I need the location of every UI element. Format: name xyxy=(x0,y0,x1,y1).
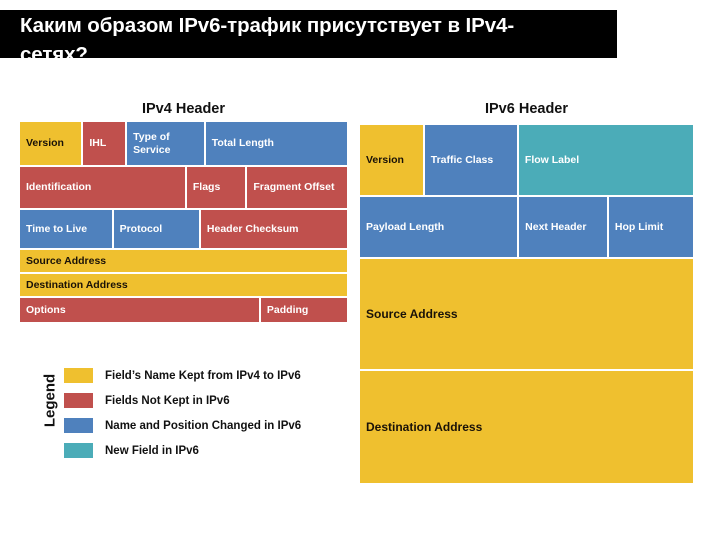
legend-item-list: Field’s Name Kept from IPv4 to IPv6 Field… xyxy=(64,366,342,460)
ipv4-field-options: Options xyxy=(20,298,259,322)
ipv6-row: Version Traffic Class Flow Label xyxy=(360,125,693,195)
ipv4-field-header-checksum: Header Checksum xyxy=(200,210,347,248)
field-label: Time to Live xyxy=(26,222,88,235)
ipv6-field-next-header: Next Header xyxy=(519,197,607,257)
legend-item: Name and Position Changed in IPv6 xyxy=(64,416,342,435)
field-label: IHL xyxy=(89,137,107,150)
field-label: Version xyxy=(366,153,404,166)
field-label: Padding xyxy=(266,303,309,316)
field-label: Type of Service xyxy=(133,131,171,156)
ipv6-header-caption: IPv6 Header xyxy=(484,101,569,117)
field-label: Source Address xyxy=(26,254,107,267)
ipv6-row: Source Address xyxy=(360,259,693,369)
legend: Legend Field’s Name Kept from IPv4 to IP… xyxy=(22,366,342,468)
ipv6-field-payload-length: Payload Length xyxy=(360,197,518,257)
legend-swatch-kept xyxy=(64,368,93,383)
legend-label: Name and Position Changed in IPv6 xyxy=(105,419,302,432)
field-label: Total Length xyxy=(211,137,274,150)
field-label: Traffic Class xyxy=(430,153,494,166)
field-label: Fragment Offset xyxy=(253,181,335,194)
ipv6-field-traffic-class: Traffic Class xyxy=(424,125,517,195)
ipv6-field-flow-label: Flow Label xyxy=(518,125,693,195)
field-label: Version xyxy=(26,137,64,150)
ipv4-field-flags: Flags xyxy=(186,167,246,208)
field-label: Options xyxy=(26,303,66,316)
legend-title: Legend xyxy=(41,373,59,428)
legend-item: Field’s Name Kept from IPv4 to IPv6 xyxy=(64,366,342,385)
ipv4-row: Time to Live Protocol Header Checksum xyxy=(20,210,347,248)
field-label: Source Address xyxy=(366,306,458,321)
legend-label: Field’s Name Kept from IPv4 to IPv6 xyxy=(105,369,301,382)
ipv4-field-destination-address: Destination Address xyxy=(20,274,347,296)
legend-swatch-new xyxy=(64,443,93,458)
field-label: Payload Length xyxy=(366,220,445,233)
legend-label: New Field in IPv6 xyxy=(105,444,199,457)
ipv6-field-version: Version xyxy=(360,125,423,195)
field-label: Flags xyxy=(192,181,221,194)
field-label: Identification xyxy=(26,181,92,194)
ipv4-row: Identification Flags Fragment Offset xyxy=(20,167,348,208)
slide-title: Каким образом IPv6-трафик присутствует в… xyxy=(20,14,515,58)
field-label: Protocol xyxy=(119,222,163,235)
field-label: Destination Address xyxy=(366,419,483,434)
ipv4-field-identification: Identification xyxy=(20,167,185,208)
ipv6-row: Payload Length Next Header Hop Limit xyxy=(360,197,694,257)
legend-swatch-changed xyxy=(64,418,93,433)
ipv6-field-hop-limit: Hop Limit xyxy=(608,197,694,257)
legend-item: New Field in IPv6 xyxy=(64,441,342,460)
legend-swatch-not-kept xyxy=(64,393,93,408)
ipv4-row: Version IHL Type of Service Total Length xyxy=(20,122,347,165)
ipv4-field-time-to-live: Time to Live xyxy=(20,210,112,248)
ipv4-field-total-length: Total Length xyxy=(205,122,347,165)
field-label: Hop Limit xyxy=(614,220,664,233)
ipv4-field-type-of-service: Type of Service xyxy=(127,122,204,165)
ipv4-field-protocol: Protocol xyxy=(113,210,199,248)
ipv4-field-ihl: IHL xyxy=(83,122,126,165)
ipv4-field-padding: Padding xyxy=(260,298,347,322)
field-label: Destination Address xyxy=(26,278,128,291)
ipv4-row: Source Address xyxy=(20,250,347,272)
ipv6-header-diagram: Version Traffic Class Flow Label Payload Le… xyxy=(360,125,694,483)
ipv6-field-source-address: Source Address xyxy=(360,259,693,369)
ipv4-field-source-address: Source Address xyxy=(20,250,347,272)
slide-title-banner: Каким образом IPv6-трафик присутствует в… xyxy=(0,10,617,58)
ipv4-row: Destination Address xyxy=(20,274,347,296)
ipv4-header-caption: IPv4 Header xyxy=(141,101,226,117)
ipv6-field-destination-address: Destination Address xyxy=(360,371,693,483)
field-label: Flow Label xyxy=(524,153,580,166)
field-label: Header Checksum xyxy=(206,222,299,235)
legend-item: Fields Not Kept in IPv6 xyxy=(64,391,342,410)
ipv4-field-version: Version xyxy=(20,122,82,165)
ipv4-field-fragment-offset: Fragment Offset xyxy=(247,167,348,208)
ipv4-row: Options Padding xyxy=(20,298,347,322)
field-label: Next Header xyxy=(525,220,587,233)
legend-label: Fields Not Kept in IPv6 xyxy=(105,394,230,407)
ipv6-row: Destination Address xyxy=(360,371,693,483)
ipv4-header-diagram: Version IHL Type of Service Total Length Ide… xyxy=(20,122,348,322)
